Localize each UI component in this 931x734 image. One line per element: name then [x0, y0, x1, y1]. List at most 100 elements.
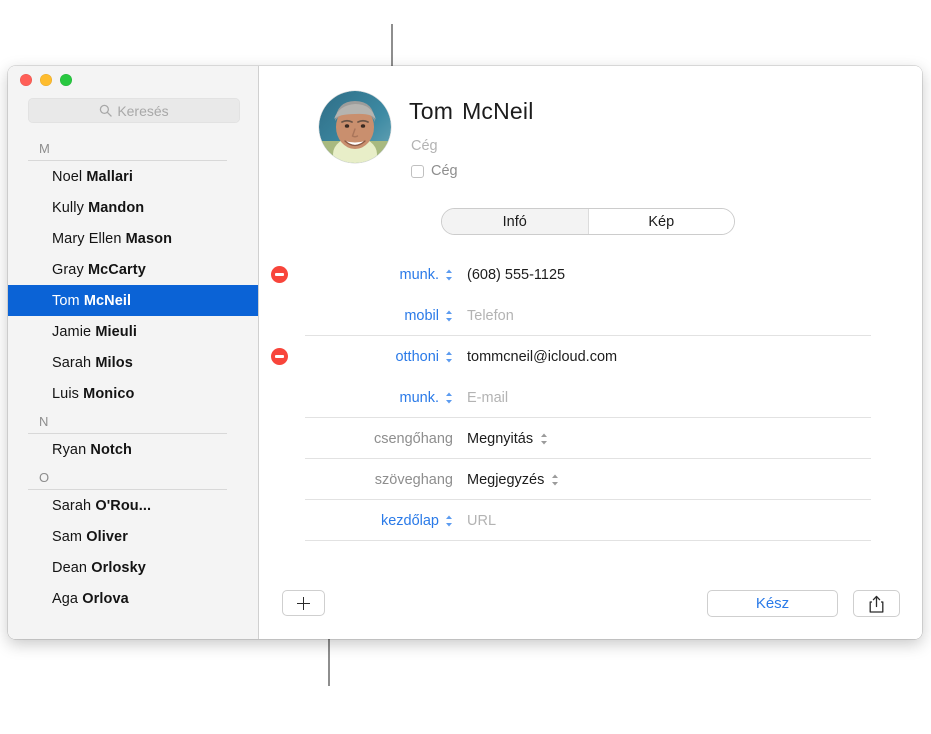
- field-row: otthoni tommcneil@icloud.com: [259, 336, 922, 377]
- contact-name[interactable]: Tom McNeil: [409, 98, 534, 125]
- field-label: munk.: [399, 266, 440, 283]
- contact-given-name: Sarah: [52, 354, 96, 371]
- contact-list-item[interactable]: Gray McCarty: [8, 254, 258, 285]
- search-icon: [100, 104, 113, 117]
- search-placeholder: Keresés: [117, 102, 169, 119]
- label-stepper-icon[interactable]: [445, 391, 453, 405]
- contact-family-name: Orlova: [82, 590, 129, 607]
- contact-given-name: Jamie: [52, 323, 96, 340]
- share-icon: [869, 595, 884, 613]
- field-label: mobil: [404, 307, 439, 324]
- label-stepper-icon[interactable]: [445, 350, 453, 364]
- field-label: kezdőlap: [380, 512, 439, 529]
- field-label: szöveghang: [374, 471, 453, 488]
- field-label-wrap[interactable]: otthoni: [305, 349, 453, 365]
- field-value[interactable]: tommcneil@icloud.com: [467, 349, 617, 365]
- remove-field-button[interactable]: [271, 348, 288, 365]
- plus-icon: [297, 596, 310, 610]
- field-row: munk. (608) 555-1125: [259, 254, 922, 295]
- contact-list-item[interactable]: Mary Ellen Mason: [8, 223, 258, 254]
- field-label-wrap[interactable]: kezdőlap: [305, 513, 453, 529]
- contact-given-name: Ryan: [52, 441, 91, 458]
- section-header-n: N: [39, 413, 49, 429]
- field-row: szöveghang Megjegyzés: [259, 459, 922, 500]
- field-value[interactable]: URL: [467, 513, 496, 529]
- contact-header: Tom McNeil Cég Cég Infó Kép: [259, 66, 922, 235]
- field-value-text: tommcneil@icloud.com: [467, 348, 618, 365]
- contact-list-item[interactable]: Dean Orlosky: [8, 552, 258, 583]
- contact-given-name: Sarah: [52, 497, 96, 514]
- field-row: mobil Telefon: [259, 295, 922, 336]
- field-value-text: E-mail: [467, 389, 509, 406]
- value-stepper-icon[interactable]: [551, 473, 559, 487]
- contact-list-item[interactable]: Tom McNeil: [8, 285, 258, 316]
- company-checkbox-row[interactable]: Cég: [411, 163, 458, 179]
- contact-family-name: Mason: [125, 230, 173, 247]
- field-label-wrap[interactable]: mobil: [305, 308, 453, 324]
- done-button[interactable]: Kész: [707, 590, 838, 617]
- field-value[interactable]: (608) 555-1125: [467, 267, 565, 283]
- remove-field-button[interactable]: [271, 266, 288, 283]
- company-checkbox[interactable]: [411, 164, 424, 178]
- detail-tabs: Infó Kép: [441, 208, 735, 235]
- contact-list-item[interactable]: Aga Orlova: [8, 583, 258, 614]
- tab-info[interactable]: Infó: [442, 209, 589, 234]
- contact-list-item[interactable]: Sarah Milos: [8, 347, 258, 378]
- contact-list-item[interactable]: Noel Mallari: [8, 161, 258, 192]
- tab-photo[interactable]: Kép: [588, 209, 734, 234]
- add-field-button[interactable]: [282, 590, 325, 616]
- label-stepper-icon[interactable]: [445, 268, 453, 282]
- zoom-button[interactable]: [60, 74, 72, 86]
- field-value[interactable]: Megnyitás: [467, 431, 548, 447]
- contact-given-name: Noel: [52, 168, 87, 185]
- label-stepper-icon[interactable]: [445, 309, 453, 323]
- contact-family-name: Milos: [95, 354, 133, 371]
- field-row: kezdőlap URL: [259, 500, 922, 541]
- contact-given-name: Tom: [409, 98, 454, 124]
- field-label-wrap[interactable]: munk.: [305, 267, 453, 283]
- contact-family-name: McNeil: [462, 98, 534, 124]
- contact-family-name: McNeil: [83, 292, 132, 309]
- contact-given-name: Dean: [52, 559, 92, 576]
- field-label: csengőhang: [373, 430, 453, 447]
- contact-list-item[interactable]: Sarah O'Rou...: [8, 490, 258, 521]
- contact-list-item[interactable]: Sam Oliver: [8, 521, 258, 552]
- share-button[interactable]: [853, 590, 900, 617]
- contact-given-name: Mary Ellen: [52, 230, 126, 247]
- contact-given-name: Luis: [52, 385, 84, 402]
- value-stepper-icon[interactable]: [540, 432, 548, 446]
- field-value-text: Telefon: [467, 307, 514, 324]
- contact-family-name: Orlosky: [91, 559, 146, 576]
- contact-family-name: Mallari: [86, 168, 133, 185]
- contact-list-item[interactable]: Ryan Notch: [8, 434, 258, 465]
- contact-list-item[interactable]: Jamie Mieuli: [8, 316, 258, 347]
- field-rows: munk. (608) 555-1125 mobil Telefon otthoni to…: [259, 254, 922, 541]
- contact-list[interactable]: M Noel Mallari Kully Mandon Mary Ellen Maso…: [8, 136, 258, 639]
- contact-family-name: Monico: [83, 385, 135, 402]
- contact-list-item[interactable]: Kully Mandon: [8, 192, 258, 223]
- contact-family-name: O'Rou...: [95, 497, 152, 514]
- contact-detail-pane: Tom McNeil Cég Cég Infó Kép munk. (608) 555…: [259, 66, 922, 639]
- company-checkbox-label: Cég: [431, 163, 458, 179]
- field-label-wrap[interactable]: munk.: [305, 390, 453, 406]
- contact-family-name: Mandon: [88, 199, 145, 216]
- contact-list-item[interactable]: Luis Monico: [8, 378, 258, 409]
- field-value[interactable]: E-mail: [467, 390, 508, 406]
- field-value[interactable]: Megjegyzés: [467, 472, 559, 488]
- field-value-text: (608) 555-1125: [467, 266, 566, 283]
- bottom-toolbar: Kész: [259, 577, 922, 639]
- avatar[interactable]: [319, 91, 391, 163]
- close-button[interactable]: [20, 74, 32, 86]
- minimize-button[interactable]: [40, 74, 52, 86]
- contact-given-name: Gray: [52, 261, 88, 278]
- field-row: csengőhang Megnyitás: [259, 418, 922, 459]
- contact-given-name: Aga: [52, 590, 83, 607]
- label-stepper-icon[interactable]: [445, 514, 453, 528]
- contacts-window: Keresés M Noel Mallari Kully Mandon Mary El…: [8, 66, 922, 639]
- field-label: munk.: [399, 389, 440, 406]
- contact-family-name: McCarty: [87, 261, 146, 278]
- search-input[interactable]: Keresés: [28, 98, 240, 123]
- field-value-text: Megjegyzés: [467, 471, 545, 488]
- company-field[interactable]: Cég: [411, 138, 438, 154]
- field-value[interactable]: Telefon: [467, 308, 514, 324]
